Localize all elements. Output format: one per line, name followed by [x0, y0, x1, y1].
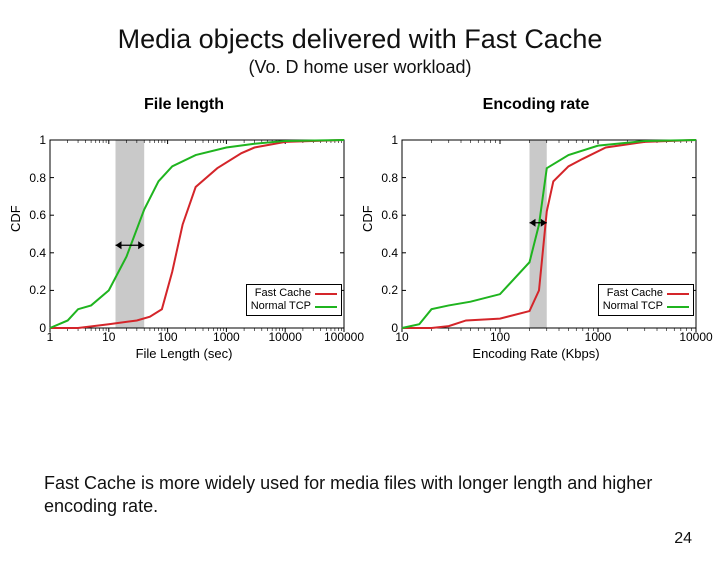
footnote-text: Fast Cache is more widely used for media… [44, 472, 676, 517]
legend-normaltcp-swatch [315, 306, 337, 308]
chart-file-length: File length CDF File Length (sec) Fast C… [14, 96, 354, 362]
legend-normaltcp-swatch-r [667, 306, 689, 308]
plot-area-left: CDF File Length (sec) Fast Cache Normal … [14, 132, 354, 362]
chart-encoding-rate: Encoding rate CDF Encoding Rate (Kbps) F… [366, 96, 706, 362]
page-number: 24 [674, 530, 692, 548]
x-axis-label-left: File Length (sec) [14, 346, 354, 361]
x-axis-label-right: Encoding Rate (Kbps) [366, 346, 706, 361]
legend-normaltcp-label-r: Normal TCP [603, 300, 663, 313]
legend-fastcache-swatch-r [667, 293, 689, 295]
chart-title-left: File length [14, 96, 354, 114]
plot-svg-left [14, 132, 354, 362]
chart-title-right: Encoding rate [366, 96, 706, 114]
plot-svg-right [366, 132, 706, 362]
page-title: Media objects delivered with Fast Cache [0, 24, 720, 55]
legend-normaltcp-label: Normal TCP [251, 300, 311, 313]
legend-left: Fast Cache Normal TCP [246, 284, 342, 316]
legend-fastcache-label: Fast Cache [255, 287, 311, 300]
legend-right: Fast Cache Normal TCP [598, 284, 694, 316]
legend-fastcache-label-r: Fast Cache [607, 287, 663, 300]
page-subtitle: (Vo. D home user workload) [0, 57, 720, 78]
legend-fastcache-swatch [315, 293, 337, 295]
charts-row: File length CDF File Length (sec) Fast C… [0, 96, 720, 362]
plot-area-right: CDF Encoding Rate (Kbps) Fast Cache Norm… [366, 132, 706, 362]
